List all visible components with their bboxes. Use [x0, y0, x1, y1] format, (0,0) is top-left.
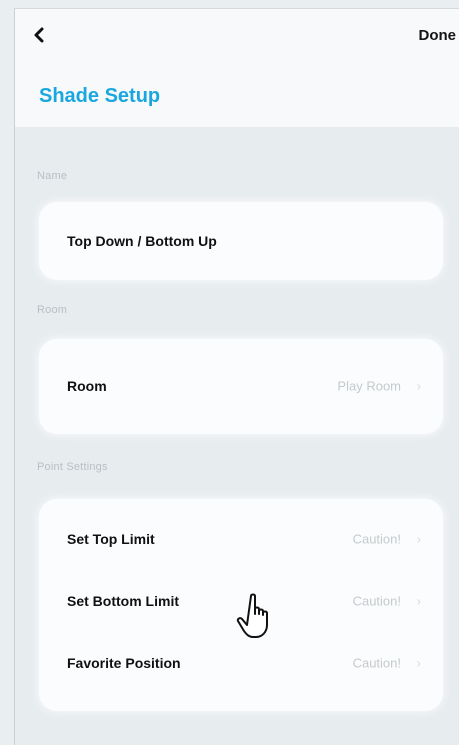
- set-top-limit-row[interactable]: Set Top Limit Caution! ›: [39, 509, 443, 569]
- room-row-label: Room: [67, 378, 107, 394]
- room-card: Room Play Room ›: [39, 339, 443, 434]
- chevron-right-icon: ›: [416, 378, 421, 394]
- chevron-right-icon: ›: [416, 655, 421, 671]
- favorite-position-row[interactable]: Favorite Position Caution! ›: [39, 633, 443, 693]
- nav-bar: Done Shade Setup: [15, 9, 459, 127]
- hand-pointer-icon: [236, 592, 276, 640]
- page-title: Shade Setup: [39, 85, 161, 107]
- set-top-limit-value: Caution!: [352, 531, 401, 547]
- back-button[interactable]: [27, 23, 51, 47]
- favorite-position-value: Caution!: [352, 655, 401, 671]
- done-button[interactable]: Done: [419, 27, 457, 44]
- set-top-limit-label: Set Top Limit: [67, 531, 155, 547]
- chevron-right-icon: ›: [416, 593, 421, 609]
- chevron-left-icon: [34, 27, 44, 43]
- room-row[interactable]: Room Play Room ›: [39, 356, 443, 416]
- chevron-right-icon: ›: [416, 531, 421, 547]
- name-card: Top Down / Bottom Up: [39, 202, 443, 280]
- name-value: Top Down / Bottom Up: [67, 233, 217, 249]
- set-bottom-limit-label: Set Bottom Limit: [67, 593, 179, 609]
- set-bottom-limit-value: Caution!: [352, 593, 401, 609]
- name-row[interactable]: Top Down / Bottom Up: [39, 211, 443, 271]
- room-row-value: Play Room: [337, 378, 401, 394]
- favorite-position-label: Favorite Position: [67, 655, 181, 671]
- section-label-room: Room: [37, 304, 68, 316]
- section-label-point-settings: Point Settings: [37, 461, 108, 473]
- section-label-name: Name: [37, 170, 68, 182]
